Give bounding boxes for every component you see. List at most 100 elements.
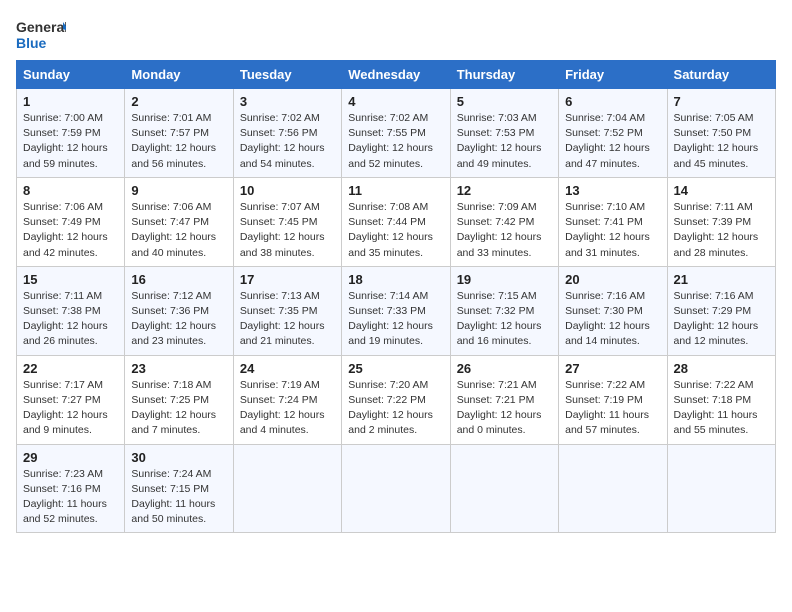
day-info: Sunrise: 7:21 AMSunset: 7:21 PMDaylight:… xyxy=(457,378,552,439)
day-number: 28 xyxy=(674,361,769,376)
weekday-header-monday: Monday xyxy=(125,61,233,89)
day-number: 4 xyxy=(348,94,443,109)
day-number: 20 xyxy=(565,272,660,287)
calendar-cell: 23 Sunrise: 7:18 AMSunset: 7:25 PMDayligh… xyxy=(125,355,233,444)
day-number: 19 xyxy=(457,272,552,287)
day-number: 25 xyxy=(348,361,443,376)
calendar-cell xyxy=(450,444,558,533)
day-number: 7 xyxy=(674,94,769,109)
calendar-cell xyxy=(342,444,450,533)
day-info: Sunrise: 7:22 AMSunset: 7:18 PMDaylight:… xyxy=(674,378,769,439)
day-info: Sunrise: 7:02 AMSunset: 7:56 PMDaylight:… xyxy=(240,111,335,172)
weekday-header-sunday: Sunday xyxy=(17,61,125,89)
weekday-header-thursday: Thursday xyxy=(450,61,558,89)
day-number: 16 xyxy=(131,272,226,287)
day-number: 21 xyxy=(674,272,769,287)
day-number: 15 xyxy=(23,272,118,287)
day-number: 14 xyxy=(674,183,769,198)
calendar-cell: 3 Sunrise: 7:02 AMSunset: 7:56 PMDaylight… xyxy=(233,89,341,178)
calendar-cell: 13 Sunrise: 7:10 AMSunset: 7:41 PMDayligh… xyxy=(559,177,667,266)
day-info: Sunrise: 7:12 AMSunset: 7:36 PMDaylight:… xyxy=(131,289,226,350)
day-number: 6 xyxy=(565,94,660,109)
day-number: 27 xyxy=(565,361,660,376)
day-info: Sunrise: 7:10 AMSunset: 7:41 PMDaylight:… xyxy=(565,200,660,261)
day-number: 3 xyxy=(240,94,335,109)
day-info: Sunrise: 7:05 AMSunset: 7:50 PMDaylight:… xyxy=(674,111,769,172)
day-info: Sunrise: 7:14 AMSunset: 7:33 PMDaylight:… xyxy=(348,289,443,350)
day-info: Sunrise: 7:23 AMSunset: 7:16 PMDaylight:… xyxy=(23,467,118,528)
calendar-cell: 21 Sunrise: 7:16 AMSunset: 7:29 PMDayligh… xyxy=(667,266,775,355)
calendar-cell: 5 Sunrise: 7:03 AMSunset: 7:53 PMDaylight… xyxy=(450,89,558,178)
day-info: Sunrise: 7:07 AMSunset: 7:45 PMDaylight:… xyxy=(240,200,335,261)
calendar-cell: 1 Sunrise: 7:00 AMSunset: 7:59 PMDaylight… xyxy=(17,89,125,178)
day-number: 17 xyxy=(240,272,335,287)
calendar-cell: 27 Sunrise: 7:22 AMSunset: 7:19 PMDayligh… xyxy=(559,355,667,444)
weekday-header-friday: Friday xyxy=(559,61,667,89)
weekday-header-wednesday: Wednesday xyxy=(342,61,450,89)
day-info: Sunrise: 7:04 AMSunset: 7:52 PMDaylight:… xyxy=(565,111,660,172)
calendar-cell xyxy=(559,444,667,533)
day-number: 24 xyxy=(240,361,335,376)
day-info: Sunrise: 7:09 AMSunset: 7:42 PMDaylight:… xyxy=(457,200,552,261)
calendar-cell: 6 Sunrise: 7:04 AMSunset: 7:52 PMDaylight… xyxy=(559,89,667,178)
day-info: Sunrise: 7:16 AMSunset: 7:29 PMDaylight:… xyxy=(674,289,769,350)
day-info: Sunrise: 7:24 AMSunset: 7:15 PMDaylight:… xyxy=(131,467,226,528)
day-info: Sunrise: 7:22 AMSunset: 7:19 PMDaylight:… xyxy=(565,378,660,439)
calendar-cell: 4 Sunrise: 7:02 AMSunset: 7:55 PMDaylight… xyxy=(342,89,450,178)
svg-text:General: General xyxy=(16,19,66,35)
svg-text:Blue: Blue xyxy=(16,35,47,51)
calendar-cell: 10 Sunrise: 7:07 AMSunset: 7:45 PMDayligh… xyxy=(233,177,341,266)
day-number: 11 xyxy=(348,183,443,198)
calendar-cell: 15 Sunrise: 7:11 AMSunset: 7:38 PMDayligh… xyxy=(17,266,125,355)
day-info: Sunrise: 7:19 AMSunset: 7:24 PMDaylight:… xyxy=(240,378,335,439)
calendar-cell: 7 Sunrise: 7:05 AMSunset: 7:50 PMDaylight… xyxy=(667,89,775,178)
day-info: Sunrise: 7:00 AMSunset: 7:59 PMDaylight:… xyxy=(23,111,118,172)
calendar-cell: 24 Sunrise: 7:19 AMSunset: 7:24 PMDayligh… xyxy=(233,355,341,444)
day-number: 23 xyxy=(131,361,226,376)
day-number: 30 xyxy=(131,450,226,465)
day-number: 8 xyxy=(23,183,118,198)
day-info: Sunrise: 7:20 AMSunset: 7:22 PMDaylight:… xyxy=(348,378,443,439)
calendar-cell: 25 Sunrise: 7:20 AMSunset: 7:22 PMDayligh… xyxy=(342,355,450,444)
day-number: 9 xyxy=(131,183,226,198)
calendar-cell: 20Sunrise: 7:16 AMSunset: 7:30 PMDayligh… xyxy=(559,266,667,355)
calendar-cell: 16 Sunrise: 7:12 AMSunset: 7:36 PMDayligh… xyxy=(125,266,233,355)
calendar-table: SundayMondayTuesdayWednesdayThursdayFrid… xyxy=(16,60,776,533)
logo-icon: General Blue xyxy=(16,16,66,52)
day-info: Sunrise: 7:03 AMSunset: 7:53 PMDaylight:… xyxy=(457,111,552,172)
calendar-cell: 26Sunrise: 7:21 AMSunset: 7:21 PMDayligh… xyxy=(450,355,558,444)
day-number: 5 xyxy=(457,94,552,109)
day-info: Sunrise: 7:06 AMSunset: 7:47 PMDaylight:… xyxy=(131,200,226,261)
calendar-cell: 29 Sunrise: 7:23 AMSunset: 7:16 PMDayligh… xyxy=(17,444,125,533)
day-info: Sunrise: 7:02 AMSunset: 7:55 PMDaylight:… xyxy=(348,111,443,172)
calendar-cell: 19Sunrise: 7:15 AMSunset: 7:32 PMDayligh… xyxy=(450,266,558,355)
day-number: 1 xyxy=(23,94,118,109)
day-info: Sunrise: 7:17 AMSunset: 7:27 PMDaylight:… xyxy=(23,378,118,439)
day-number: 2 xyxy=(131,94,226,109)
logo: General Blue xyxy=(16,16,66,52)
calendar-cell: 8 Sunrise: 7:06 AMSunset: 7:49 PMDaylight… xyxy=(17,177,125,266)
calendar-cell: 28 Sunrise: 7:22 AMSunset: 7:18 PMDayligh… xyxy=(667,355,775,444)
day-info: Sunrise: 7:01 AMSunset: 7:57 PMDaylight:… xyxy=(131,111,226,172)
day-number: 10 xyxy=(240,183,335,198)
day-number: 12 xyxy=(457,183,552,198)
calendar-cell: 17 Sunrise: 7:13 AMSunset: 7:35 PMDayligh… xyxy=(233,266,341,355)
calendar-cell: 2 Sunrise: 7:01 AMSunset: 7:57 PMDaylight… xyxy=(125,89,233,178)
calendar-cell xyxy=(667,444,775,533)
calendar-cell: 18Sunrise: 7:14 AMSunset: 7:33 PMDayligh… xyxy=(342,266,450,355)
day-number: 29 xyxy=(23,450,118,465)
day-info: Sunrise: 7:11 AMSunset: 7:38 PMDaylight:… xyxy=(23,289,118,350)
day-info: Sunrise: 7:18 AMSunset: 7:25 PMDaylight:… xyxy=(131,378,226,439)
day-info: Sunrise: 7:06 AMSunset: 7:49 PMDaylight:… xyxy=(23,200,118,261)
calendar-cell: 12 Sunrise: 7:09 AMSunset: 7:42 PMDayligh… xyxy=(450,177,558,266)
weekday-header-tuesday: Tuesday xyxy=(233,61,341,89)
weekday-header-saturday: Saturday xyxy=(667,61,775,89)
day-info: Sunrise: 7:13 AMSunset: 7:35 PMDaylight:… xyxy=(240,289,335,350)
day-number: 13 xyxy=(565,183,660,198)
page-header: General Blue xyxy=(16,16,776,52)
calendar-cell: 22 Sunrise: 7:17 AMSunset: 7:27 PMDayligh… xyxy=(17,355,125,444)
calendar-cell: 14 Sunrise: 7:11 AMSunset: 7:39 PMDayligh… xyxy=(667,177,775,266)
day-number: 22 xyxy=(23,361,118,376)
calendar-cell: 11Sunrise: 7:08 AMSunset: 7:44 PMDayligh… xyxy=(342,177,450,266)
day-info: Sunrise: 7:11 AMSunset: 7:39 PMDaylight:… xyxy=(674,200,769,261)
